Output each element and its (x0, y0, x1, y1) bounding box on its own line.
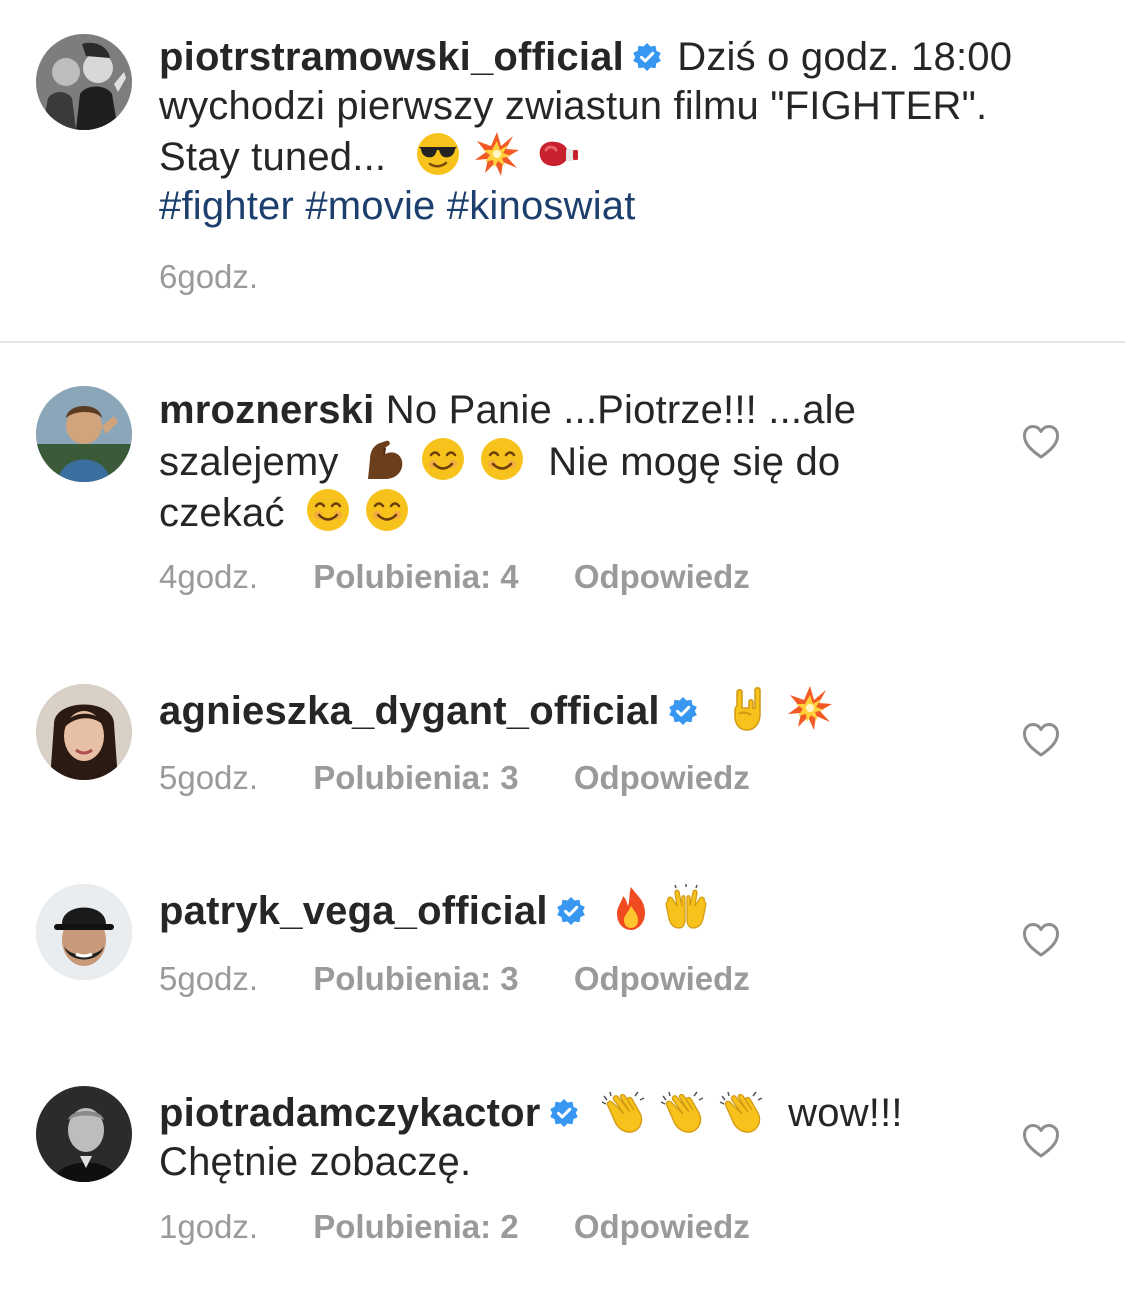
comment-time: 1godz. (159, 1208, 259, 1245)
comment-text-b: Chętnie zobaczę. (159, 1139, 472, 1184)
reply-button[interactable]: Odpowiedz (574, 960, 750, 998)
comment-username[interactable]: patryk_vega_official (159, 889, 548, 933)
comments-screen: piotrstramowski_official Dziś o godz. 18… (0, 0, 1125, 1302)
raising-hands-emoji-icon (662, 884, 710, 932)
boxing-glove-emoji-icon (532, 130, 580, 178)
comment-text: patryk_vega_official (159, 884, 1089, 936)
fire-emoji-icon (607, 884, 655, 932)
comment-username[interactable]: agnieszka_dygant_official (159, 689, 660, 733)
comment-text: piotradamczykactor wow!!! Chętnie zobacz… (159, 1086, 1089, 1186)
verified-badge-icon (632, 42, 662, 72)
avatar[interactable] (36, 34, 132, 130)
comment-meta: 5godz. Polubienia: 3 Odpowiedz (159, 960, 750, 998)
clapping-hands-emoji-icon (600, 1086, 648, 1134)
comment-text-a: wow!!! (788, 1091, 903, 1135)
caption-text: piotrstramowski_official Dziś o godz. 18… (159, 33, 1089, 230)
smiling-emoji-icon (419, 435, 467, 483)
smiling-emoji-icon (304, 486, 352, 534)
reply-button[interactable]: Odpowiedz (574, 558, 750, 596)
like-heart-icon[interactable] (1022, 922, 1060, 958)
clapping-hands-emoji-icon (718, 1086, 766, 1134)
verified-badge-icon (556, 896, 586, 926)
smiling-emoji-icon (363, 486, 411, 534)
caption-meta: 6godz. (159, 258, 258, 296)
comment-meta: 4godz. Polubienia: 4 Odpowiedz (159, 558, 750, 596)
comment-likes-link[interactable]: Polubienia: 4 (313, 558, 518, 596)
avatar[interactable] (36, 684, 132, 780)
caption-time: 6godz. (159, 258, 259, 295)
sunglasses-emoji-icon (414, 130, 462, 178)
flexed-biceps-emoji-icon (360, 435, 408, 483)
like-heart-icon[interactable] (1022, 722, 1060, 758)
comment-likes-link[interactable]: Polubienia: 3 (313, 759, 518, 797)
caption-text-line2: wychodzi pierwszy zwiastun filmu "FIGHTE… (159, 83, 988, 128)
comment-text-a: No Panie ...Piotrze!!! ...ale (385, 388, 857, 432)
comment-text: agnieszka_dygant_official (159, 684, 1089, 736)
post-caption: piotrstramowski_official Dziś o godz. 18… (0, 0, 1125, 343)
like-heart-icon[interactable] (1022, 1123, 1060, 1159)
collision-emoji-icon (473, 130, 521, 178)
comment-text: mroznerski No Panie ...Piotrze!!! ...ale… (159, 386, 1089, 538)
comment-username[interactable]: mroznerski (159, 388, 374, 432)
comment-text-c: Nie mogę się do (548, 439, 841, 484)
comment-meta: 1godz. Polubienia: 2 Odpowiedz (159, 1208, 750, 1246)
comment-likes-link[interactable]: Polubienia: 3 (313, 960, 518, 998)
collision-emoji-icon (786, 684, 834, 732)
comment-meta: 5godz. Polubienia: 3 Odpowiedz (159, 759, 750, 797)
avatar[interactable] (36, 386, 132, 482)
comment-time: 5godz. (159, 759, 259, 796)
comment-text-d: czekać (159, 491, 285, 535)
verified-badge-icon (668, 696, 698, 726)
reply-button[interactable]: Odpowiedz (574, 1208, 750, 1246)
reply-button[interactable]: Odpowiedz (574, 759, 750, 797)
verified-badge-icon (549, 1098, 579, 1128)
rock-hand-emoji-icon (723, 684, 771, 732)
avatar[interactable] (36, 884, 132, 980)
avatar[interactable] (36, 1086, 132, 1182)
comment-username[interactable]: piotradamczykactor (159, 1091, 541, 1135)
smiling-emoji-icon (478, 435, 526, 483)
caption-text-line3: Stay tuned... (159, 135, 387, 179)
comment-time: 5godz. (159, 960, 259, 997)
comment-likes-link[interactable]: Polubienia: 2 (313, 1208, 518, 1246)
comment-text-b: szalejemy (159, 439, 339, 484)
comment-time: 4godz. (159, 558, 259, 595)
like-heart-icon[interactable] (1022, 424, 1060, 460)
caption-hashtags[interactable]: #fighter #movie #kinoswiat (159, 184, 636, 228)
clapping-hands-emoji-icon (659, 1086, 707, 1134)
caption-username[interactable]: piotrstramowski_official (159, 35, 624, 79)
caption-text-line1: Dziś o godz. 18:00 (677, 35, 1013, 79)
